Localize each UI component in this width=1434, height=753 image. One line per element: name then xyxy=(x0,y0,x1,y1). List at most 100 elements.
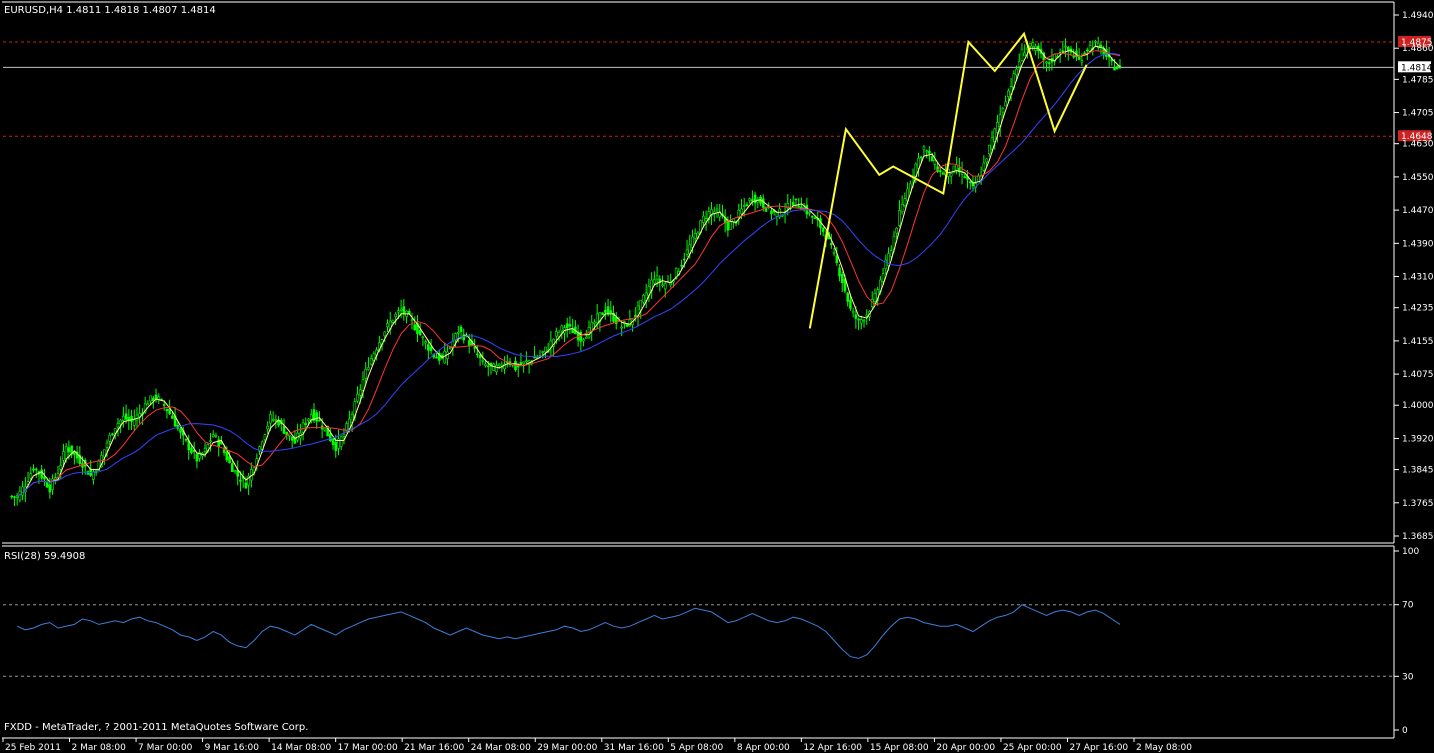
candle-body xyxy=(930,156,934,162)
candle-body xyxy=(105,442,109,448)
candle-body xyxy=(683,258,686,261)
candle-body xyxy=(873,293,877,302)
candle-body xyxy=(171,415,174,419)
candle-body xyxy=(633,315,637,317)
candle-body xyxy=(290,436,294,441)
candle-body xyxy=(808,212,811,214)
candle-body xyxy=(1047,62,1051,65)
candle-body xyxy=(386,323,389,327)
candle-body xyxy=(149,395,152,402)
candle-body xyxy=(443,351,446,364)
candle-body xyxy=(43,476,46,480)
candle-body xyxy=(797,205,800,208)
candle-body xyxy=(968,181,972,184)
time-tick-label: 2 Mar 08:00 xyxy=(72,743,127,753)
candle-body xyxy=(162,404,166,406)
price-tick-label: 1.4705 xyxy=(1402,109,1434,119)
candle-body xyxy=(949,173,953,177)
candle-body xyxy=(135,414,139,421)
candle-body xyxy=(492,363,496,371)
time-tick-label: 27 Apr 16:00 xyxy=(1069,743,1128,753)
candle-body xyxy=(525,360,528,363)
time-tick-label: 12 Apr 16:00 xyxy=(803,743,862,753)
candle-body xyxy=(745,204,749,207)
candle-body xyxy=(13,496,16,498)
candle-body xyxy=(516,365,520,368)
candle-body xyxy=(304,423,308,425)
candle-body xyxy=(203,447,207,452)
time-tick-label: 17 Mar 00:00 xyxy=(338,743,398,753)
candle-body xyxy=(67,447,71,453)
rsi-tick-label: 100 xyxy=(1402,547,1419,557)
candle-body xyxy=(604,309,607,313)
chart-canvas[interactable]: 1.48751.46481.4814 1.49401.48601.47851.4… xyxy=(0,0,1434,753)
candle-body xyxy=(838,267,841,277)
ohlc-readout: 1.4811 1.4818 1.4807 1.4814 xyxy=(66,5,216,16)
candle-body xyxy=(339,436,343,447)
candle-body xyxy=(928,150,931,154)
candle-body xyxy=(361,379,365,391)
candle-body xyxy=(59,464,63,470)
candle-body xyxy=(919,156,923,159)
candle-body xyxy=(391,319,395,323)
candle-body xyxy=(810,215,814,218)
time-tick-label: 24 Mar 08:00 xyxy=(471,743,531,753)
candle-body xyxy=(661,284,664,287)
candle-body xyxy=(29,473,33,479)
candle-body xyxy=(288,434,291,437)
candle-body xyxy=(367,367,370,370)
candle-body xyxy=(625,323,629,327)
price-tick-label: 1.3685 xyxy=(1402,532,1434,542)
candle-body xyxy=(748,198,751,201)
footer-copyright: FXDD - MetaTrader, ? 2001-2011 MetaQuote… xyxy=(4,722,309,733)
candle-body xyxy=(146,403,150,406)
candle-body xyxy=(1045,61,1048,64)
price-tick-label: 1.4000 xyxy=(1402,401,1434,411)
candle-body xyxy=(331,438,335,445)
candle-body xyxy=(486,365,490,368)
candle-body xyxy=(851,311,855,314)
candle-body xyxy=(977,175,980,183)
candle-body xyxy=(48,484,52,493)
candle-body xyxy=(593,321,596,324)
candle-body xyxy=(92,471,95,480)
candle-body xyxy=(620,326,623,329)
candle-body xyxy=(609,310,613,314)
candle-body xyxy=(342,433,346,437)
candle-body xyxy=(1028,43,1032,47)
time-tick-label: 29 Mar 00:00 xyxy=(537,743,597,753)
candle-body xyxy=(62,451,65,461)
candle-body xyxy=(410,319,414,322)
candle-body xyxy=(429,346,433,352)
candle-body xyxy=(64,445,68,460)
candle-body xyxy=(522,361,525,364)
candle-body xyxy=(560,325,564,332)
time-tick-label: 25 Apr 00:00 xyxy=(1003,743,1062,753)
candle-body xyxy=(184,438,188,441)
candle-body xyxy=(222,449,226,453)
candle-body xyxy=(832,251,836,254)
price-tick-label: 1.3845 xyxy=(1402,466,1434,476)
candle-body xyxy=(639,299,643,311)
candle-body xyxy=(925,150,928,153)
candle-body xyxy=(862,319,866,322)
candle-body xyxy=(642,294,645,303)
candle-body xyxy=(813,217,817,219)
candle-body xyxy=(383,331,387,337)
candle-body xyxy=(860,319,863,324)
candle-body xyxy=(402,306,406,314)
candle-body xyxy=(740,208,743,214)
candle-body xyxy=(369,358,373,365)
time-tick-label: 2 May 08:00 xyxy=(1136,743,1192,753)
candle-body xyxy=(421,336,425,339)
candle-body xyxy=(334,441,338,451)
time-tick-label: 21 Mar 16:00 xyxy=(404,743,464,753)
candle-body xyxy=(987,144,991,155)
candle-body xyxy=(318,419,321,422)
candle-body xyxy=(595,313,599,324)
chart-title: EURUSD,H4 1.4811 1.4818 1.4807 1.4814 xyxy=(4,5,216,17)
candle-body xyxy=(794,198,798,201)
candle-body xyxy=(568,324,572,327)
candle-body xyxy=(130,416,133,422)
candle-body xyxy=(584,337,588,339)
